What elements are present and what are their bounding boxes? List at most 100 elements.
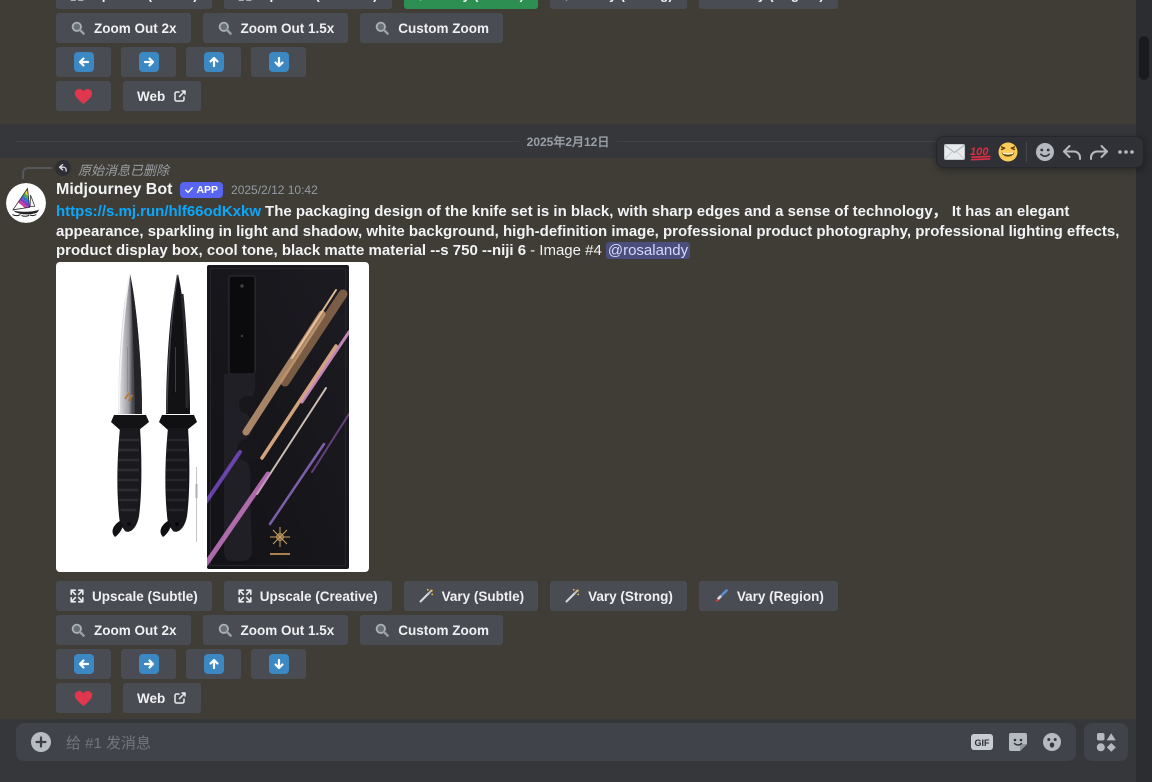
pan-right-button[interactable] [121,649,176,679]
message-timestamp: 2025/2/12 10:42 [231,183,318,197]
vary-region-button[interactable]: Vary (Region) [699,0,838,9]
arrow-left-icon [74,52,94,72]
upscale-subtle-button[interactable]: Upscale (Subtle) [56,581,212,611]
app-badge-label: APP [196,184,218,196]
vary-subtle-button[interactable]: Vary (Subtle) [404,581,539,611]
scrollbar[interactable] [1136,0,1152,782]
button-label: Custom Zoom [398,21,489,36]
button-label: Web [137,691,165,706]
magic-wand-icon [418,588,434,604]
date-divider-label: 2025年2月12日 [519,133,618,150]
button-label: Vary (Subtle) [442,589,525,604]
zoom-out-15x-button[interactable]: Zoom Out 1.5x [203,13,349,43]
image-number-text: - Image #4 [530,242,602,259]
midjourney-bot-avatar[interactable] [6,183,46,223]
reply-spine [22,167,52,179]
gif-picker-icon[interactable]: GIF [970,733,994,751]
mj-row-upscale-vary: Upscale (Subtle) Upscale (Creative) Vary… [56,581,838,611]
message-input[interactable]: 给 #1 发消息 GIF [16,723,1076,761]
upscale-creative-button[interactable]: Upscale (Creative) [224,581,392,611]
composer-area: 给 #1 发消息 GIF [0,719,1136,782]
custom-zoom-button[interactable]: Custom Zoom [360,615,503,645]
favorite-button[interactable] [56,683,111,713]
upscale-subtle-button[interactable]: Upscale (Subtle) [56,0,212,9]
divider-line [16,141,519,142]
author-name[interactable]: Midjourney Bot [56,181,172,199]
mj-button-block: Upscale (Subtle) Upscale (Creative) Vary… [56,0,838,111]
web-button[interactable]: Web [123,683,201,713]
attach-plus-icon[interactable] [30,731,52,753]
generated-image-attachment[interactable] [56,262,369,572]
deleted-reply-icon [55,160,71,181]
pan-right-button[interactable] [121,47,176,77]
mj-row-zoom: Zoom Out 2x Zoom Out 1.5x Custom Zoom [56,13,838,43]
magnifier-icon [217,622,233,638]
button-label: Vary (Strong) [588,589,673,604]
custom-zoom-button[interactable]: Custom Zoom [360,13,503,43]
pan-up-button[interactable] [186,649,241,679]
button-label: Web [137,89,165,104]
zoom-out-2x-button[interactable]: Zoom Out 2x [56,615,191,645]
arrow-up-icon [204,654,224,674]
magnifier-icon [374,20,390,36]
quick-reaction-envelope-emoji[interactable] [941,139,967,165]
upscale-arrows-icon [70,589,84,603]
add-reaction-button[interactable] [1032,139,1058,165]
zoom-out-15x-button[interactable]: Zoom Out 1.5x [203,615,349,645]
checkmark-icon [185,186,193,194]
toolbar-divider [1026,142,1027,162]
upscale-creative-button[interactable]: Upscale (Creative) [224,0,392,9]
apps-button[interactable] [1084,723,1128,761]
upscale-arrows-icon [238,589,252,603]
pan-left-button[interactable] [56,47,111,77]
upscale-arrows-icon [238,0,252,1]
button-label: Vary (Strong) [588,0,673,2]
message-header: Midjourney Bot APP 2025/2/12 10:42 [56,181,318,199]
zoom-out-2x-button[interactable]: Zoom Out 2x [56,13,191,43]
magic-wand-icon [564,0,580,2]
quick-reaction-hundred-points-emoji[interactable]: 100 [968,139,994,165]
pan-down-button[interactable] [251,649,306,679]
button-label: Custom Zoom [398,623,489,638]
button-label: Zoom Out 1.5x [241,21,335,36]
forward-button[interactable] [1086,139,1112,165]
magnifier-icon [374,622,390,638]
app-badge: APP [180,182,223,198]
pan-down-button[interactable] [251,47,306,77]
more-options-button[interactable] [1113,139,1139,165]
magnifier-icon [217,20,233,36]
arrow-right-icon [139,52,159,72]
sticker-picker-icon[interactable] [1008,732,1028,752]
message-group-previous: Upscale (Subtle) Upscale (Creative) Vary… [0,0,1136,124]
vary-region-button[interactable]: Vary (Region) [699,581,838,611]
magic-wand-icon [418,0,434,2]
arrow-down-icon [269,52,289,72]
web-button[interactable]: Web [123,81,201,111]
prompt-link[interactable]: https://s.mj.run/hlf66odKxkw [56,203,261,220]
heart-icon [74,690,93,707]
mj-row-zoom: Zoom Out 2x Zoom Out 1.5x Custom Zoom [56,615,838,645]
external-link-icon [173,691,187,705]
deleted-reply-notice[interactable]: 原始消息已删除 [78,160,169,179]
arrow-down-icon [269,654,289,674]
reply-button[interactable] [1059,139,1085,165]
pan-left-button[interactable] [56,649,111,679]
paintbrush-icon [713,0,729,2]
quick-reaction-laughing-emoji[interactable] [995,139,1021,165]
message-hover-toolbar: 100 [936,136,1144,168]
pan-up-button[interactable] [186,47,241,77]
button-label: Vary (Region) [737,589,824,604]
button-label: Upscale (Subtle) [92,589,198,604]
vary-subtle-button-active[interactable]: Vary (Subtle) [404,0,539,9]
heart-icon [74,88,93,105]
arrow-right-icon [139,654,159,674]
favorite-button[interactable] [56,81,111,111]
vary-strong-button[interactable]: Vary (Strong) [550,0,687,9]
user-mention[interactable]: @rosalandy [606,242,690,259]
vary-strong-button[interactable]: Vary (Strong) [550,581,687,611]
magic-wand-icon [564,588,580,604]
message-input-placeholder: 给 #1 发消息 [66,732,956,753]
mj-row-favorite-web: Web [56,683,838,713]
scrollbar-thumb[interactable] [1139,36,1149,80]
emoji-picker-icon[interactable] [1042,732,1062,752]
